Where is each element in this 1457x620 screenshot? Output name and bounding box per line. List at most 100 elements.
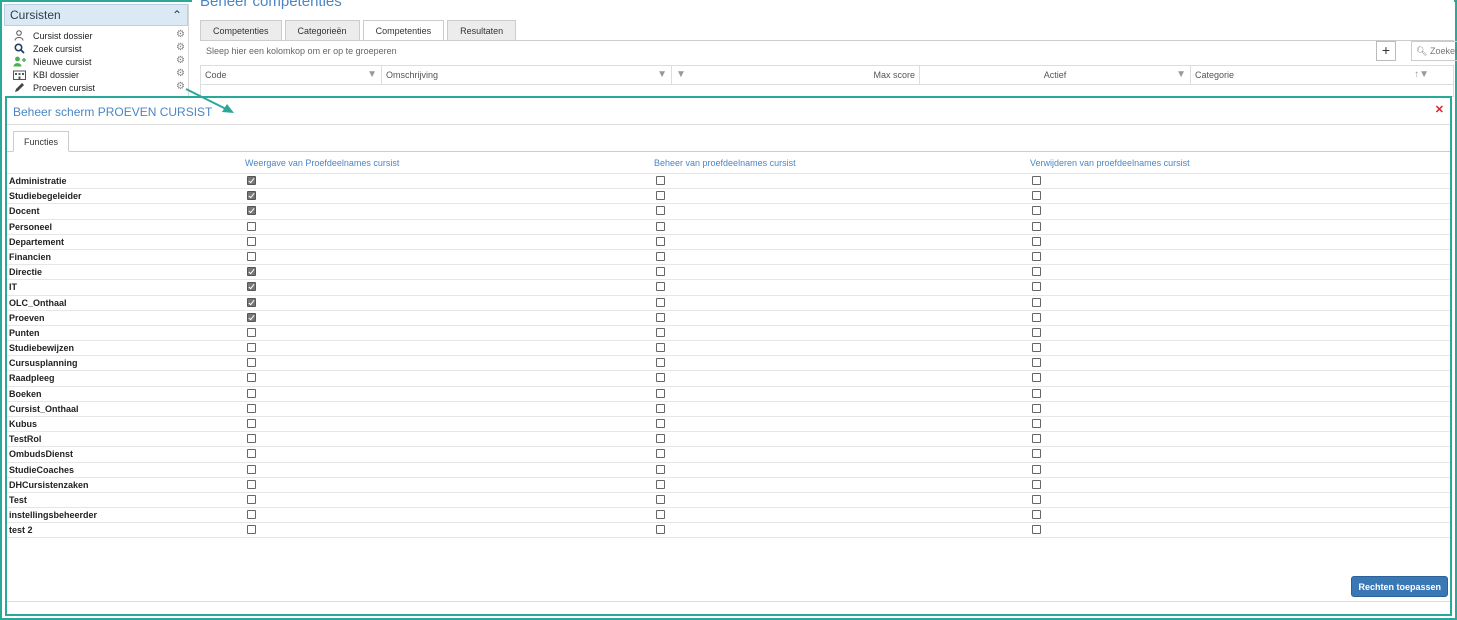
column-omschrijving[interactable]: Omschrijving ▼ <box>382 66 672 84</box>
manage-checkbox[interactable] <box>656 282 665 292</box>
view-checkbox[interactable] <box>247 434 256 444</box>
sidebar-item-proeven-cursist[interactable]: Proeven cursist ⚙ <box>4 81 188 94</box>
view-checkbox[interactable] <box>247 236 256 246</box>
manage-checkbox[interactable] <box>656 479 665 489</box>
tab-categorieen[interactable]: Categorieën <box>284 20 360 40</box>
search-input[interactable]: 🔍︎ Zoeken <box>1411 41 1457 61</box>
delete-checkbox[interactable] <box>1032 525 1041 535</box>
view-checkbox[interactable] <box>247 297 256 307</box>
view-checkbox[interactable] <box>247 358 256 368</box>
delete-checkbox[interactable] <box>1032 494 1041 504</box>
delete-checkbox[interactable] <box>1032 449 1041 459</box>
view-checkbox[interactable] <box>247 267 256 277</box>
delete-checkbox[interactable] <box>1032 343 1041 353</box>
apply-rights-button[interactable]: Rechten toepassen <box>1351 576 1448 597</box>
delete-checkbox[interactable] <box>1032 206 1041 216</box>
delete-checkbox[interactable] <box>1032 403 1041 413</box>
delete-checkbox[interactable] <box>1032 327 1041 337</box>
view-checkbox[interactable] <box>247 343 256 353</box>
manage-checkbox[interactable] <box>656 343 665 353</box>
manage-checkbox[interactable] <box>656 373 665 383</box>
manage-checkbox[interactable] <box>656 176 665 185</box>
sidebar-header[interactable]: Cursisten ⌃ <box>4 4 188 26</box>
view-checkbox[interactable] <box>247 388 256 398</box>
sidebar-item-nieuwe-cursist[interactable]: Nieuwe cursist ⚙ <box>4 55 188 68</box>
sidebar-item-kbi-dossier[interactable]: KBI dossier ⚙ <box>4 68 188 81</box>
delete-checkbox[interactable] <box>1032 312 1041 322</box>
view-checkbox[interactable] <box>247 403 256 413</box>
delete-checkbox[interactable] <box>1032 388 1041 398</box>
tab-resultaten[interactable]: Resultaten <box>447 20 517 40</box>
delete-checkbox[interactable] <box>1032 297 1041 307</box>
close-icon[interactable]: ✕ <box>1435 103 1444 116</box>
manage-checkbox[interactable] <box>656 510 665 520</box>
view-checkbox[interactable] <box>247 312 256 322</box>
filter-icon[interactable]: ▼ <box>1176 69 1186 80</box>
manage-checkbox[interactable] <box>656 464 665 474</box>
view-checkbox[interactable] <box>247 373 256 383</box>
view-checkbox[interactable] <box>247 479 256 489</box>
manage-checkbox[interactable] <box>656 358 665 368</box>
delete-checkbox[interactable] <box>1032 221 1041 231</box>
delete-checkbox[interactable] <box>1032 434 1041 444</box>
view-checkbox[interactable] <box>247 191 256 201</box>
manage-checkbox[interactable] <box>656 206 665 216</box>
delete-checkbox[interactable] <box>1032 282 1041 292</box>
delete-checkbox[interactable] <box>1032 419 1041 428</box>
view-checkbox[interactable] <box>247 251 256 261</box>
manage-checkbox[interactable] <box>656 525 665 535</box>
delete-checkbox[interactable] <box>1032 358 1041 368</box>
delete-checkbox[interactable] <box>1032 479 1041 489</box>
manage-checkbox[interactable] <box>656 312 665 322</box>
filter-icon[interactable]: ▼ <box>367 69 377 80</box>
sort-filter-icon[interactable]: ↑▼ <box>1414 69 1429 80</box>
gear-icon[interactable]: ⚙ <box>176 29 185 40</box>
tab-competenties-active[interactable]: Competenties <box>362 20 445 41</box>
manage-checkbox[interactable] <box>656 236 665 246</box>
tab-functies[interactable]: Functies <box>13 131 70 152</box>
sidebar-item-zoek-cursist[interactable]: Zoek cursist ⚙ <box>4 42 188 55</box>
view-checkbox[interactable] <box>247 206 256 216</box>
delete-checkbox[interactable] <box>1032 510 1041 520</box>
gear-icon[interactable]: ⚙ <box>176 42 185 53</box>
view-checkbox[interactable] <box>247 525 256 535</box>
column-actief[interactable]: Actief ▼ <box>920 66 1191 84</box>
gear-icon[interactable]: ⚙ <box>176 81 185 92</box>
gear-icon[interactable]: ⚙ <box>176 68 185 79</box>
view-checkbox[interactable] <box>247 464 256 474</box>
delete-checkbox[interactable] <box>1032 191 1041 201</box>
view-checkbox[interactable] <box>247 221 256 231</box>
view-checkbox[interactable] <box>247 327 256 337</box>
sidebar-item-cursist-dossier[interactable]: Cursist dossier ⚙ <box>4 29 188 42</box>
manage-checkbox[interactable] <box>656 449 665 459</box>
view-checkbox[interactable] <box>247 494 256 504</box>
manage-checkbox[interactable] <box>656 403 665 413</box>
gear-icon[interactable]: ⚙ <box>176 55 185 66</box>
delete-checkbox[interactable] <box>1032 251 1041 261</box>
delete-checkbox[interactable] <box>1032 236 1041 246</box>
manage-checkbox[interactable] <box>656 434 665 444</box>
manage-checkbox[interactable] <box>656 419 665 428</box>
chevron-up-icon[interactable]: ⌃ <box>172 8 182 22</box>
manage-checkbox[interactable] <box>656 388 665 398</box>
column-max-score[interactable]: ▼ Max score <box>672 66 920 84</box>
filter-icon[interactable]: ▼ <box>676 69 686 80</box>
view-checkbox[interactable] <box>247 419 256 428</box>
manage-checkbox[interactable] <box>656 327 665 337</box>
column-code[interactable]: Code ▼ <box>201 66 382 84</box>
manage-checkbox[interactable] <box>656 221 665 231</box>
column-categorie[interactable]: Categorie ↑▼ <box>1191 66 1433 84</box>
filter-icon[interactable]: ▼ <box>657 69 667 80</box>
manage-checkbox[interactable] <box>656 251 665 261</box>
delete-checkbox[interactable] <box>1032 373 1041 383</box>
tab-competenties[interactable]: Competenties <box>200 20 282 40</box>
delete-checkbox[interactable] <box>1032 464 1041 474</box>
manage-checkbox[interactable] <box>656 267 665 277</box>
delete-checkbox[interactable] <box>1032 267 1041 277</box>
view-checkbox[interactable] <box>247 176 256 185</box>
view-checkbox[interactable] <box>247 449 256 459</box>
add-button[interactable]: + <box>1376 41 1396 61</box>
manage-checkbox[interactable] <box>656 191 665 201</box>
delete-checkbox[interactable] <box>1032 176 1041 185</box>
manage-checkbox[interactable] <box>656 297 665 307</box>
